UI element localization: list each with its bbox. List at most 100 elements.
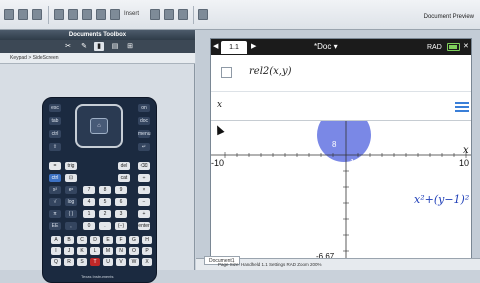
document-name[interactable]: *Doc ▾ (314, 41, 338, 53)
key-6[interactable]: 6 (115, 198, 127, 206)
key-m[interactable]: M (103, 247, 113, 255)
key-2[interactable]: 2 (99, 210, 111, 218)
entry-input[interactable]: x (217, 100, 222, 110)
touchpad[interactable]: ⌂ (75, 104, 123, 148)
key-j[interactable]: J (64, 247, 74, 255)
save-icon[interactable] (32, 9, 42, 20)
negative-key[interactable]: (−) (115, 222, 127, 230)
ctrl-key[interactable]: ctrl (49, 130, 61, 138)
key-7[interactable]: 7 (83, 186, 95, 194)
frac-key[interactable]: ÷ (138, 174, 150, 182)
minus-key[interactable]: − (138, 198, 150, 206)
keypad-tab-icon[interactable]: ▮ (94, 42, 104, 51)
new-doc-icon[interactable] (4, 9, 14, 20)
key-g[interactable]: G (129, 236, 139, 244)
home-key[interactable]: on (138, 104, 150, 112)
blue-ctrl-key[interactable]: ctrl (49, 174, 61, 182)
key-v[interactable]: V (116, 258, 126, 266)
x2-key[interactable]: x² (49, 186, 61, 194)
key-c[interactable]: C (77, 236, 87, 244)
key-n[interactable]: N (116, 247, 126, 255)
log-key[interactable]: log (65, 198, 77, 206)
doc-key[interactable]: doc (138, 117, 150, 125)
del-key[interactable]: del (118, 162, 130, 170)
key-b[interactable]: B (64, 236, 74, 244)
key-p[interactable]: P (142, 247, 152, 255)
copy-icon[interactable] (68, 9, 78, 20)
relation-label: x²+(y−1)² (414, 193, 469, 206)
menu-key[interactable]: menu (138, 130, 151, 138)
utilities-tab-icon[interactable]: ⊞ (125, 42, 135, 51)
tools-tab-icon[interactable]: ✂ (63, 42, 73, 51)
page-tab[interactable]: 1.1 (221, 41, 247, 54)
page-icon[interactable] (150, 9, 160, 20)
open-icon[interactable] (18, 9, 28, 20)
key-a[interactable]: A (51, 236, 61, 244)
key-4[interactable]: 4 (83, 198, 95, 206)
key-3[interactable]: 3 (115, 210, 127, 218)
page-sorter-tab-icon[interactable]: ▤ (110, 42, 120, 51)
documents-toolbox-panel: Documents Toolbox ✂ ✎ ▮ ▤ ⊞ Keypad > Sid… (0, 30, 195, 283)
key-l[interactable]: L (90, 247, 100, 255)
template-key[interactable]: ⊡ (65, 174, 77, 182)
list-icon[interactable] (455, 102, 469, 112)
clear-key[interactable]: ⌫ (138, 162, 150, 170)
insert-menu[interactable]: Insert (124, 11, 139, 17)
enter-key-top[interactable]: ↵ (138, 143, 150, 151)
entry-line[interactable]: x (211, 91, 471, 121)
undo-icon[interactable] (96, 9, 106, 20)
equals-key[interactable]: = (49, 162, 61, 170)
pi-key[interactable]: π (49, 210, 61, 218)
times-key[interactable]: × (138, 186, 150, 194)
ee-key[interactable]: EE (49, 222, 61, 230)
key-r[interactable]: R (64, 258, 74, 266)
shift-key[interactable]: ⇧ (49, 143, 61, 151)
home-icon[interactable]: ⌂ (90, 118, 108, 134)
paste-icon[interactable] (82, 9, 92, 20)
key-f[interactable]: F (116, 236, 126, 244)
key-1[interactable]: 1 (83, 210, 95, 218)
keypad-selector[interactable]: Keypad > SideScreen (0, 53, 195, 64)
decimal-key[interactable]: . (99, 222, 111, 230)
key-s[interactable]: S (77, 258, 87, 266)
document-preview-label[interactable]: Document Preview (424, 14, 474, 20)
next-page-icon[interactable]: ▶ (251, 42, 256, 50)
key-t[interactable]: T (90, 258, 100, 266)
cat-key[interactable]: cat (118, 174, 130, 182)
key-x[interactable]: X (142, 258, 152, 266)
key-e[interactable]: E (103, 236, 113, 244)
settings-icon[interactable] (178, 9, 188, 20)
key-u[interactable]: U (103, 258, 113, 266)
close-icon[interactable]: ✕ (463, 42, 469, 50)
function-checkbox[interactable] (221, 67, 232, 78)
cut-icon[interactable] (54, 9, 64, 20)
layout-icon[interactable] (198, 9, 208, 20)
ex-key[interactable]: eˣ (65, 186, 77, 194)
trig-key[interactable]: trig (65, 162, 77, 170)
paren-key[interactable]: ( ) (65, 210, 77, 218)
sqrt-key[interactable]: √ (49, 198, 61, 206)
prev-page-icon[interactable]: ◀ (213, 42, 218, 50)
esc-key[interactable]: esc (49, 104, 61, 112)
library-tab-icon[interactable]: ✎ (79, 42, 89, 51)
x-axis-name: x (463, 145, 469, 156)
key-k[interactable]: K (77, 247, 87, 255)
screen-icon[interactable] (164, 9, 174, 20)
key-8[interactable]: 8 (99, 186, 111, 194)
key-9[interactable]: 9 (115, 186, 127, 194)
key-0[interactable]: 0 (83, 222, 95, 230)
key-d[interactable]: D (90, 236, 100, 244)
key-w[interactable]: W (129, 258, 139, 266)
comma-key[interactable]: , (65, 222, 77, 230)
key-q[interactable]: Q (51, 258, 61, 266)
enter-key[interactable]: enter (138, 222, 150, 230)
redo-icon[interactable] (110, 9, 120, 20)
plus-key[interactable]: + (138, 210, 150, 218)
key-o[interactable]: O (129, 247, 139, 255)
key-5[interactable]: 5 (99, 198, 111, 206)
key-h[interactable]: H (142, 236, 152, 244)
graph-area[interactable]: -10 10 x 1 8 -6.67 x²+(y−1)² (211, 108, 471, 266)
tab-key[interactable]: tab (49, 117, 61, 125)
calculator-keypad: esc tab ctrl ⇧ on doc menu ↵ ⌂ = trig de… (42, 97, 157, 283)
key-i[interactable]: I (51, 247, 61, 255)
